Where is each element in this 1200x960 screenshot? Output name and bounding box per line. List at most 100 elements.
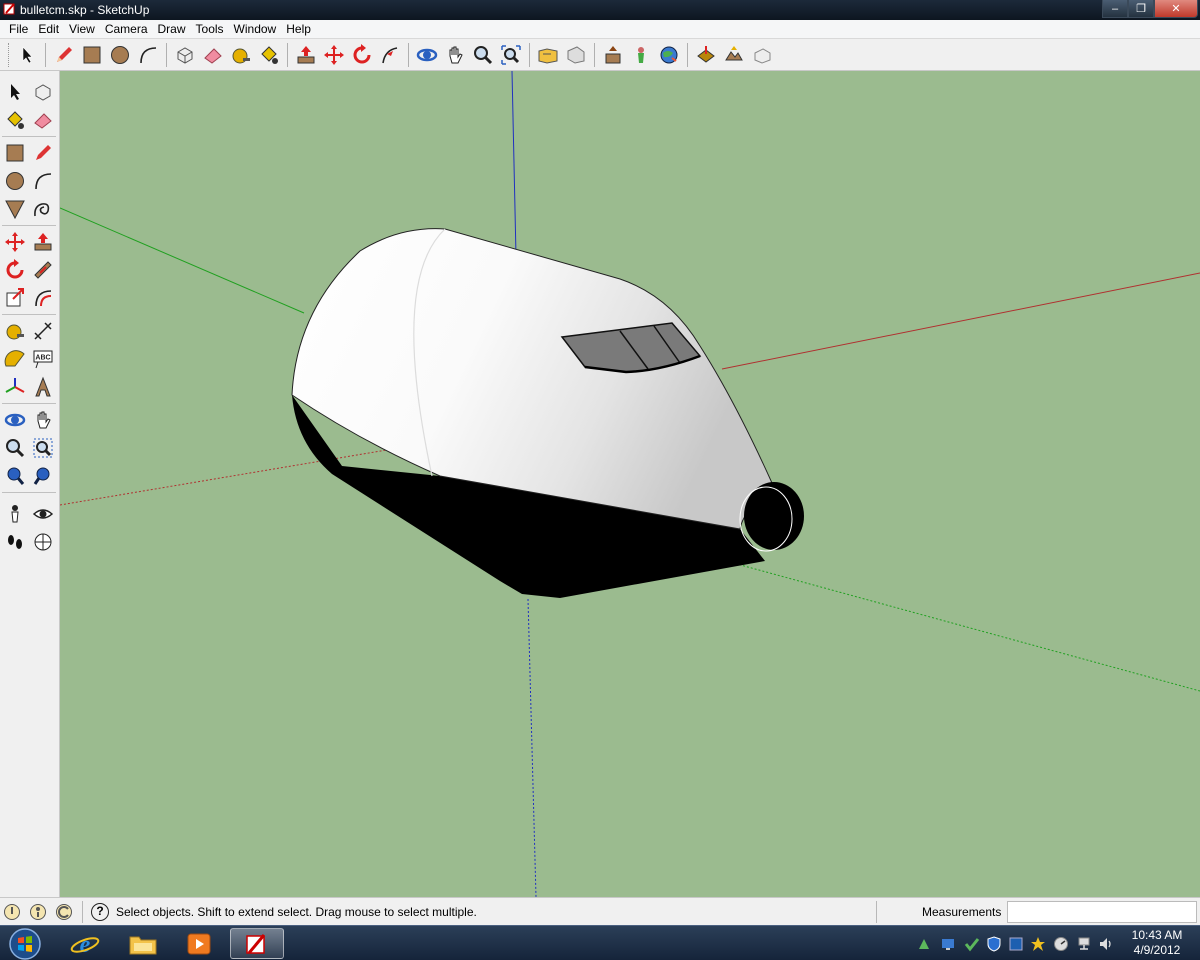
- menu-tools[interactable]: Tools: [191, 22, 229, 36]
- blue-axis-solid: [511, 71, 517, 257]
- main-toolbar: [0, 40, 1200, 71]
- get-models-button[interactable]: [534, 41, 562, 69]
- tray-network-adapter-icon[interactable]: [1008, 936, 1024, 952]
- share-component-button[interactable]: [599, 41, 627, 69]
- clock-time: 10:43 AM: [1131, 928, 1183, 942]
- user-icon[interactable]: [55, 903, 73, 921]
- minimize-button[interactable]: –: [1102, 0, 1128, 18]
- menu-view[interactable]: View: [64, 22, 100, 36]
- zoom-extents-tool-button[interactable]: [497, 41, 525, 69]
- axes-tool-button[interactable]: [1, 373, 29, 401]
- orbit-tool-button[interactable]: [1, 406, 29, 434]
- bullet-nose-model[interactable]: [291, 228, 804, 598]
- help-icon[interactable]: ?: [91, 903, 109, 921]
- taskbar-media-player[interactable]: [172, 928, 226, 959]
- geo-location-icon[interactable]: [3, 903, 21, 921]
- rectangle-tool-button[interactable]: [78, 41, 106, 69]
- menu-help[interactable]: Help: [281, 22, 316, 36]
- credits-icon[interactable]: [29, 903, 47, 921]
- windows-taskbar: e 10:43 AM 4/9/2012: [0, 925, 1200, 960]
- zoom-tool-button[interactable]: [1, 434, 29, 462]
- measurements-input[interactable]: [1007, 901, 1197, 923]
- pan-tool-button[interactable]: [441, 41, 469, 69]
- move-tool-button[interactable]: [1, 228, 29, 256]
- eraser-tool-button[interactable]: [29, 106, 57, 134]
- select-tool-button[interactable]: [1, 78, 29, 106]
- scene-canvas[interactable]: [60, 71, 1200, 897]
- share-model-button[interactable]: [562, 41, 590, 69]
- position-camera-button[interactable]: [627, 41, 655, 69]
- menu-file[interactable]: File: [4, 22, 33, 36]
- arc-tool-button[interactable]: [134, 41, 162, 69]
- tray-update-icon[interactable]: [916, 936, 932, 952]
- 3d-text-tool-button[interactable]: [29, 373, 57, 401]
- look-around-tool-button[interactable]: [29, 500, 57, 528]
- follow-me-tool-button[interactable]: [376, 41, 404, 69]
- make-component-tool-button[interactable]: [171, 41, 199, 69]
- move-tool-button[interactable]: [320, 41, 348, 69]
- start-button[interactable]: [5, 927, 45, 960]
- taskbar-internet-explorer[interactable]: e: [58, 928, 112, 959]
- maximize-button[interactable]: ❐: [1128, 0, 1154, 18]
- push-pull-tool-button[interactable]: [29, 228, 57, 256]
- tape-measure-tool-button[interactable]: [1, 317, 29, 345]
- tray-volume-icon[interactable]: [1098, 936, 1114, 952]
- rotate-tool-button[interactable]: [1, 256, 29, 284]
- tray-display-icon[interactable]: [940, 936, 956, 952]
- walk-icon: [8, 535, 22, 549]
- zoom-extents-tool-button[interactable]: [29, 462, 57, 490]
- circle-tool-button[interactable]: [1, 167, 29, 195]
- add-location-button[interactable]: [692, 41, 720, 69]
- pencil-tool-button[interactable]: [50, 41, 78, 69]
- make-component-tool-button[interactable]: [29, 78, 57, 106]
- pan-tool-button[interactable]: [29, 406, 57, 434]
- tray-gauge-icon[interactable]: [1053, 936, 1069, 952]
- eraser-tool-button[interactable]: [199, 41, 227, 69]
- menu-window[interactable]: Window: [229, 22, 282, 36]
- scale-tool-button[interactable]: [1, 284, 29, 312]
- polygon-tool-button[interactable]: [1, 195, 29, 223]
- pencil-tool-button[interactable]: [29, 139, 57, 167]
- preview-button[interactable]: [748, 41, 776, 69]
- taskbar-clock[interactable]: 10:43 AM 4/9/2012: [1122, 928, 1192, 958]
- zoom-window-tool-button[interactable]: [29, 434, 57, 462]
- drawing-viewport[interactable]: [60, 71, 1200, 897]
- offset-tool-button[interactable]: [29, 284, 57, 312]
- tray-shield-icon[interactable]: [986, 936, 1002, 952]
- taskbar-sketchup[interactable]: [230, 928, 284, 959]
- section-plane-tool-button[interactable]: [29, 528, 57, 556]
- sketchup-app-icon[interactable]: [3, 2, 17, 16]
- menu-draw[interactable]: Draw: [153, 22, 191, 36]
- google-earth-button[interactable]: [655, 41, 683, 69]
- push-pull-tool-button[interactable]: [292, 41, 320, 69]
- zoom-tool-button[interactable]: [469, 41, 497, 69]
- tape-measure-tool-button[interactable]: [227, 41, 255, 69]
- previous-view-tool-button[interactable]: [1, 462, 29, 490]
- circle-tool-button[interactable]: [106, 41, 134, 69]
- follow-me-tool-button[interactable]: [29, 256, 57, 284]
- toolbar-grip[interactable]: [8, 43, 11, 67]
- paint-bucket-icon: [261, 46, 278, 64]
- tray-network-icon[interactable]: [1076, 936, 1092, 952]
- position-camera-tool-button[interactable]: [1, 500, 29, 528]
- tray-checkmark-icon[interactable]: [964, 936, 980, 952]
- dimension-tool-button[interactable]: [29, 317, 57, 345]
- taskbar-file-explorer[interactable]: [116, 928, 170, 959]
- freehand-tool-button[interactable]: [29, 195, 57, 223]
- paint-bucket-tool-button[interactable]: [255, 41, 283, 69]
- tray-star-icon[interactable]: [1030, 936, 1046, 952]
- menu-edit[interactable]: Edit: [33, 22, 64, 36]
- paint-bucket-tool-button[interactable]: [1, 106, 29, 134]
- text-tool-button[interactable]: ABC: [29, 345, 57, 373]
- protractor-tool-button[interactable]: [1, 345, 29, 373]
- walk-tool-button[interactable]: [1, 528, 29, 556]
- rotate-tool-button[interactable]: [348, 41, 376, 69]
- toggle-terrain-button[interactable]: [720, 41, 748, 69]
- rectangle-tool-button[interactable]: [1, 139, 29, 167]
- select-tool-button[interactable]: [13, 41, 41, 69]
- orbit-tool-button[interactable]: [413, 41, 441, 69]
- arc-tool-button[interactable]: [29, 167, 57, 195]
- rotate-icon: [353, 44, 371, 64]
- menu-camera[interactable]: Camera: [100, 22, 153, 36]
- close-button[interactable]: ✕: [1154, 0, 1198, 18]
